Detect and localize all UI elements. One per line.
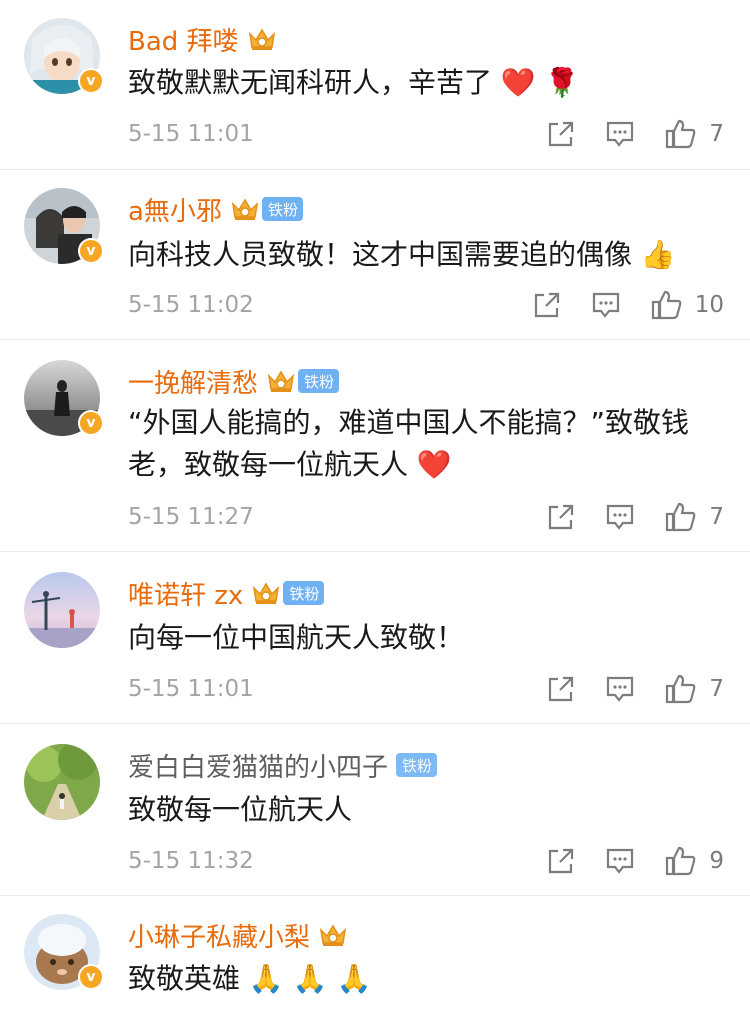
comment-text: 致敬每一位航天人	[128, 793, 353, 826]
username[interactable]: 一挽解清愁	[128, 363, 258, 400]
verified-badge: v	[78, 68, 104, 94]
avatar[interactable]	[24, 572, 100, 648]
share-icon	[549, 504, 574, 530]
share-icon	[534, 292, 559, 318]
comment-item: v 一挽解清愁 铁粉 “外国人能搞的，难道中国人不能搞？”致敬钱老，致敬每一位航…	[0, 340, 750, 552]
comment-item: 爱白白爱猫猫的小四子 铁粉 致敬每一位航天人 5-15 11:32 9	[0, 724, 750, 896]
comment-item: v 小琳子私藏小梨 致敬英雄 🙏 🙏 🙏	[0, 896, 750, 1014]
crown-icon	[248, 28, 275, 50]
comment-icon	[592, 292, 619, 318]
crown-icon	[231, 198, 259, 220]
comment-button[interactable]	[605, 120, 635, 148]
verified-badge: v	[78, 238, 104, 264]
crown-icon	[319, 924, 347, 946]
like-count: 7	[709, 121, 724, 147]
avatar-image	[24, 744, 100, 820]
comment-icon	[607, 504, 634, 530]
like-button[interactable]: 7	[665, 674, 724, 704]
comment-item: v Bad 拜喽 致敬默默无闻科研人，辛苦了 ❤️ 🌹 5-15 11:01 7	[0, 0, 750, 170]
timestamp: 5-15 11:02	[128, 292, 254, 318]
timestamp: 5-15 11:32	[128, 848, 254, 874]
verified-badge: v	[78, 410, 104, 436]
comment-button[interactable]	[605, 847, 635, 875]
clapping-emoji: 🙏 🙏 🙏	[248, 962, 372, 995]
username[interactable]: a無小邪	[128, 191, 222, 228]
comment-text: 向每一位中国航天人致敬！	[128, 621, 465, 654]
avatar[interactable]: v	[24, 360, 104, 436]
like-count: 9	[709, 848, 724, 874]
username[interactable]: 爱白白爱猫猫的小四子	[128, 747, 388, 784]
comment-icon	[607, 848, 634, 874]
heart-rose-emoji: ❤️ 🌹	[500, 66, 580, 99]
like-button[interactable]: 7	[665, 502, 724, 532]
comment-text: 向科技人员致敬！这才中国需要追的偶像 👍	[128, 238, 676, 271]
like-button[interactable]: 9	[665, 846, 724, 876]
comment-item: v a無小邪 铁粉 向科技人员致敬！这才中国需要追的偶像 👍 5-15 11:0…	[0, 170, 750, 340]
avatar[interactable]: v	[24, 18, 104, 94]
comment-text: 致敬默默无闻科研人，辛苦了 ❤️ 🌹	[128, 66, 580, 99]
comment-icon	[607, 121, 634, 147]
crown-icon	[267, 370, 295, 392]
like-count: 7	[709, 504, 724, 530]
share-icon	[549, 121, 574, 147]
fan-badge: 铁粉	[283, 581, 325, 605]
avatar-image	[24, 572, 100, 648]
timestamp: 5-15 11:01	[128, 121, 254, 147]
comment-button[interactable]	[591, 291, 621, 319]
heart-emoji: ❤️	[416, 448, 452, 481]
comment-text: “外国人能搞的，难道中国人不能搞？”致敬钱老，致敬每一位航天人 ❤️	[128, 406, 690, 481]
verified-badge: v	[78, 964, 104, 990]
thumbs-up-icon	[651, 290, 682, 320]
like-count: 10	[694, 292, 724, 318]
avatar[interactable]	[24, 744, 100, 820]
share-button[interactable]	[533, 291, 561, 319]
share-button[interactable]	[547, 847, 575, 875]
like-button[interactable]: 10	[651, 290, 724, 320]
fan-badge: 铁粉	[396, 753, 438, 777]
crown-icon	[253, 582, 280, 604]
like-button[interactable]: 7	[665, 119, 724, 149]
thumbs-up-icon	[666, 674, 696, 704]
share-icon	[549, 848, 574, 874]
fan-badge: 铁粉	[261, 197, 303, 221]
username[interactable]: 小琳子私藏小梨	[128, 917, 310, 954]
thumbs-up-icon	[666, 502, 696, 532]
username[interactable]: 唯诺轩 zx	[128, 575, 243, 612]
comment-text: 致敬英雄 🙏 🙏 🙏	[128, 962, 372, 995]
share-icon	[549, 676, 574, 702]
share-button[interactable]	[547, 120, 575, 148]
like-count: 7	[709, 676, 724, 702]
share-button[interactable]	[547, 503, 575, 531]
comment-button[interactable]	[605, 503, 635, 531]
comment-button[interactable]	[605, 675, 635, 703]
share-button[interactable]	[547, 675, 575, 703]
thumbs-up-icon	[666, 119, 696, 149]
avatar[interactable]: v	[24, 914, 104, 990]
comment-item: 唯诺轩 zx 铁粉 向每一位中国航天人致敬！ 5-15 11:01 7	[0, 552, 750, 724]
timestamp: 5-15 11:01	[128, 676, 254, 702]
fan-badge: 铁粉	[298, 369, 340, 393]
timestamp: 5-15 11:27	[128, 504, 254, 530]
avatar[interactable]: v	[24, 188, 104, 264]
comment-icon	[607, 676, 634, 702]
thumbs-up-emoji: 👍	[640, 238, 676, 271]
username[interactable]: Bad 拜喽	[128, 21, 239, 58]
thumbs-up-icon	[666, 846, 696, 876]
